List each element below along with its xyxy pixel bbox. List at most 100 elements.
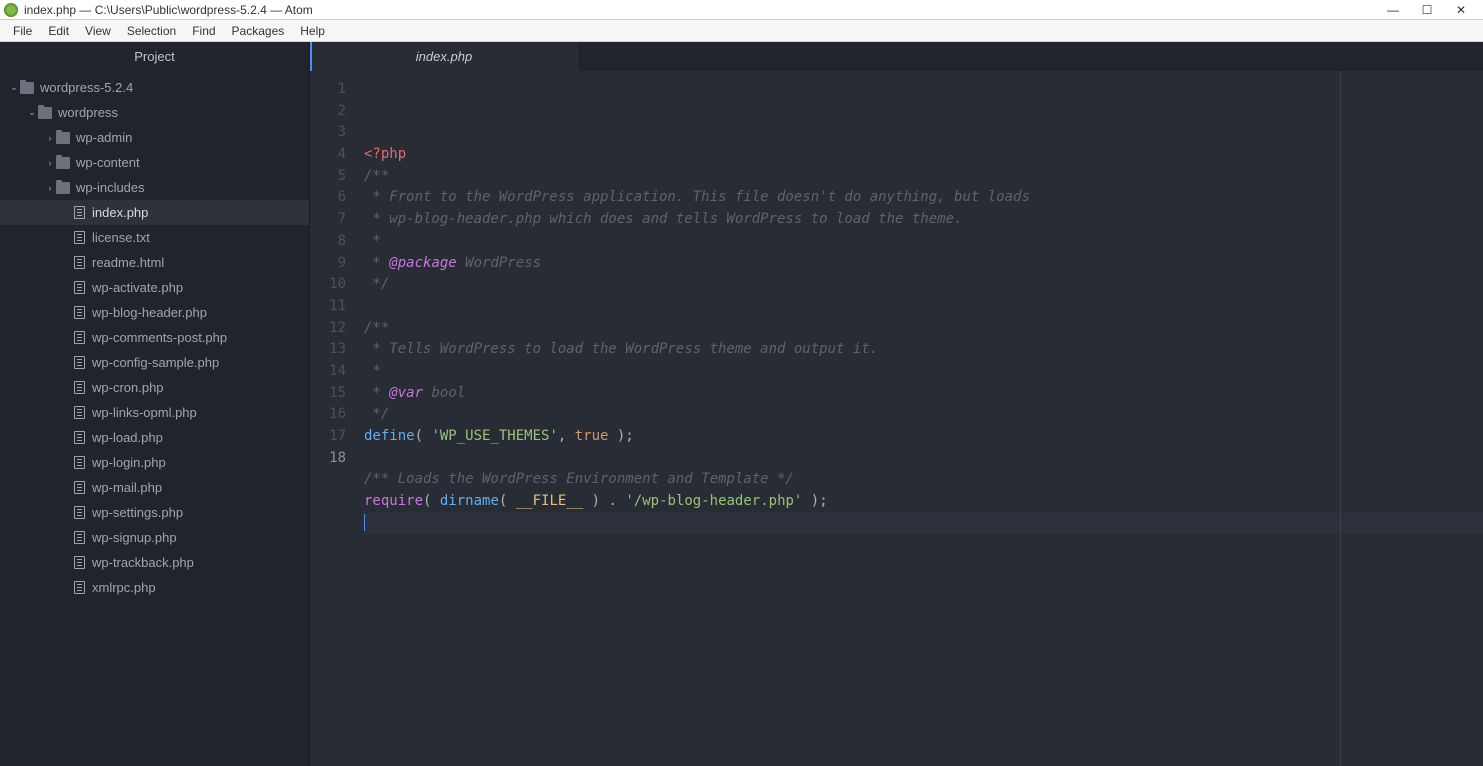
tree-item-label: wp-signup.php <box>92 530 177 545</box>
tree-folder-wp-admin[interactable]: › wp-admin <box>0 125 309 150</box>
line-number: 3 <box>310 122 346 144</box>
chevron-icon: › <box>44 133 56 143</box>
tree-file-wp-blog-header-php[interactable]: wp-blog-header.php <box>0 300 309 325</box>
line-number: 8 <box>310 231 346 253</box>
line-gutter: 123456789101112131415161718 <box>310 71 354 766</box>
line-number: 16 <box>310 404 346 426</box>
file-icon <box>74 506 85 519</box>
menu-help[interactable]: Help <box>293 22 332 40</box>
line-number: 15 <box>310 383 346 405</box>
line-number: 2 <box>310 101 346 123</box>
text-editor[interactable]: 123456789101112131415161718 <?php/** * F… <box>310 71 1483 766</box>
menu-find[interactable]: Find <box>185 22 222 40</box>
tree-item-label: wp-mail.php <box>92 480 162 495</box>
code-line: define( 'WP_USE_THEMES', true ); <box>364 426 1483 448</box>
tree-item-label: wp-comments-post.php <box>92 330 227 345</box>
code-line: /** <box>364 166 1483 188</box>
tree-item-label: wp-includes <box>76 180 145 195</box>
tree-file-wp-login-php[interactable]: wp-login.php <box>0 450 309 475</box>
tree-file-index-php[interactable]: index.php <box>0 200 309 225</box>
tab-index-php[interactable]: index.php <box>310 42 578 71</box>
tree-file-license-txt[interactable]: license.txt <box>0 225 309 250</box>
line-number: 7 <box>310 209 346 231</box>
tree-item-label: wp-load.php <box>92 430 163 445</box>
menu-packages[interactable]: Packages <box>225 22 292 40</box>
close-button[interactable]: ✕ <box>1453 3 1469 17</box>
file-icon <box>74 456 85 469</box>
tree-file-wp-activate-php[interactable]: wp-activate.php <box>0 275 309 300</box>
tree-file-wp-signup-php[interactable]: wp-signup.php <box>0 525 309 550</box>
code-area[interactable]: <?php/** * Front to the WordPress applic… <box>354 71 1483 766</box>
menu-edit[interactable]: Edit <box>41 22 76 40</box>
tree-item-label: wp-links-opml.php <box>92 405 197 420</box>
line-number: 12 <box>310 318 346 340</box>
window-title: index.php — C:\Users\Public\wordpress-5.… <box>24 3 1385 17</box>
tree-file-wp-config-sample-php[interactable]: wp-config-sample.php <box>0 350 309 375</box>
window-controls: — ☐ ✕ <box>1385 3 1479 17</box>
line-number: 17 <box>310 426 346 448</box>
line-number: 1 <box>310 79 346 101</box>
tree-folder-wp-content[interactable]: ›wp-content <box>0 150 309 175</box>
code-line: require( dirname( __FILE__ ) . '/wp-blog… <box>364 491 1483 513</box>
cursor <box>364 514 365 531</box>
file-icon <box>74 256 85 269</box>
code-line: * @var bool <box>364 383 1483 405</box>
tree-file-readme-html[interactable]: readme.html <box>0 250 309 275</box>
file-tree[interactable]: ⌄wordpress-5.2.4⌄wordpress›wp-admin›wp-c… <box>0 71 309 766</box>
code-line: * <box>364 231 1483 253</box>
tree-file-wp-load-php[interactable]: wp-load.php <box>0 425 309 450</box>
file-icon <box>74 581 85 594</box>
file-icon <box>74 356 85 369</box>
code-line: /** Loads the WordPress Environment and … <box>364 469 1483 491</box>
tree-file-wp-comments-post-php[interactable]: wp-comments-post.php <box>0 325 309 350</box>
file-icon <box>74 406 85 419</box>
tree-folder-wordpress[interactable]: ⌄wordpress <box>0 100 309 125</box>
minimize-button[interactable]: — <box>1385 3 1401 17</box>
code-line <box>364 513 1483 535</box>
tree-file-wp-settings-php[interactable]: wp-settings.php <box>0 500 309 525</box>
folder-icon <box>56 157 70 169</box>
file-icon <box>74 231 85 244</box>
file-icon <box>74 531 85 544</box>
tree-item-label: wp-blog-header.php <box>92 305 207 320</box>
editor-pane: index.php 123456789101112131415161718 <?… <box>310 42 1483 766</box>
tree-file-wp-mail-php[interactable]: wp-mail.php <box>0 475 309 500</box>
file-icon <box>74 331 85 344</box>
tree-file-xmlrpc-php[interactable]: xmlrpc.php <box>0 575 309 600</box>
line-number: 4 <box>310 144 346 166</box>
folder-icon <box>20 82 34 94</box>
line-number: 9 <box>310 253 346 275</box>
workspace: Project ⌄ wordpress-5.2.4 ⌄wordpress › wp-ad… <box>0 42 1483 766</box>
file-icon <box>74 306 85 319</box>
tree-item-label: xmlrpc.php <box>92 580 156 595</box>
tree-item-label: wordpress-5.2.4 <box>40 80 133 95</box>
tree-folder-wordpress-5-2-4[interactable]: ⌄ wordpress-5.2.4 <box>0 75 309 100</box>
menu-view[interactable]: View <box>78 22 118 40</box>
chevron-icon: › <box>44 183 56 193</box>
menu-selection[interactable]: Selection <box>120 22 183 40</box>
folder-icon <box>56 132 70 144</box>
menu-file[interactable]: File <box>6 22 39 40</box>
tree-item-label: index.php <box>92 205 148 220</box>
tree-item-label: wp-admin <box>76 130 132 145</box>
line-number: 5 <box>310 166 346 188</box>
code-line: * wp-blog-header.php which does and tell… <box>364 209 1483 231</box>
tree-item-label: wp-config-sample.php <box>92 355 219 370</box>
line-number: 18 <box>310 448 346 470</box>
tree-item-label: license.txt <box>92 230 150 245</box>
tree-item-label: wp-content <box>76 155 140 170</box>
code-line <box>364 296 1483 318</box>
file-icon <box>74 281 85 294</box>
folder-icon <box>38 107 52 119</box>
tab-label: index.php <box>416 49 472 64</box>
project-sidebar: Project ⌄ wordpress-5.2.4 ⌄wordpress › wp-ad… <box>0 42 310 766</box>
file-icon <box>74 481 85 494</box>
maximize-button[interactable]: ☐ <box>1419 3 1435 17</box>
tree-file-wp-cron-php[interactable]: wp-cron.php <box>0 375 309 400</box>
sidebar-title: Project <box>0 42 309 71</box>
tree-file-wp-links-opml-php[interactable]: wp-links-opml.php <box>0 400 309 425</box>
tree-item-label: wp-trackback.php <box>92 555 194 570</box>
tree-folder-wp-includes[interactable]: › wp-includes <box>0 175 309 200</box>
chevron-icon: ⌄ <box>8 82 20 93</box>
tree-file-wp-trackback-php[interactable]: wp-trackback.php <box>0 550 309 575</box>
